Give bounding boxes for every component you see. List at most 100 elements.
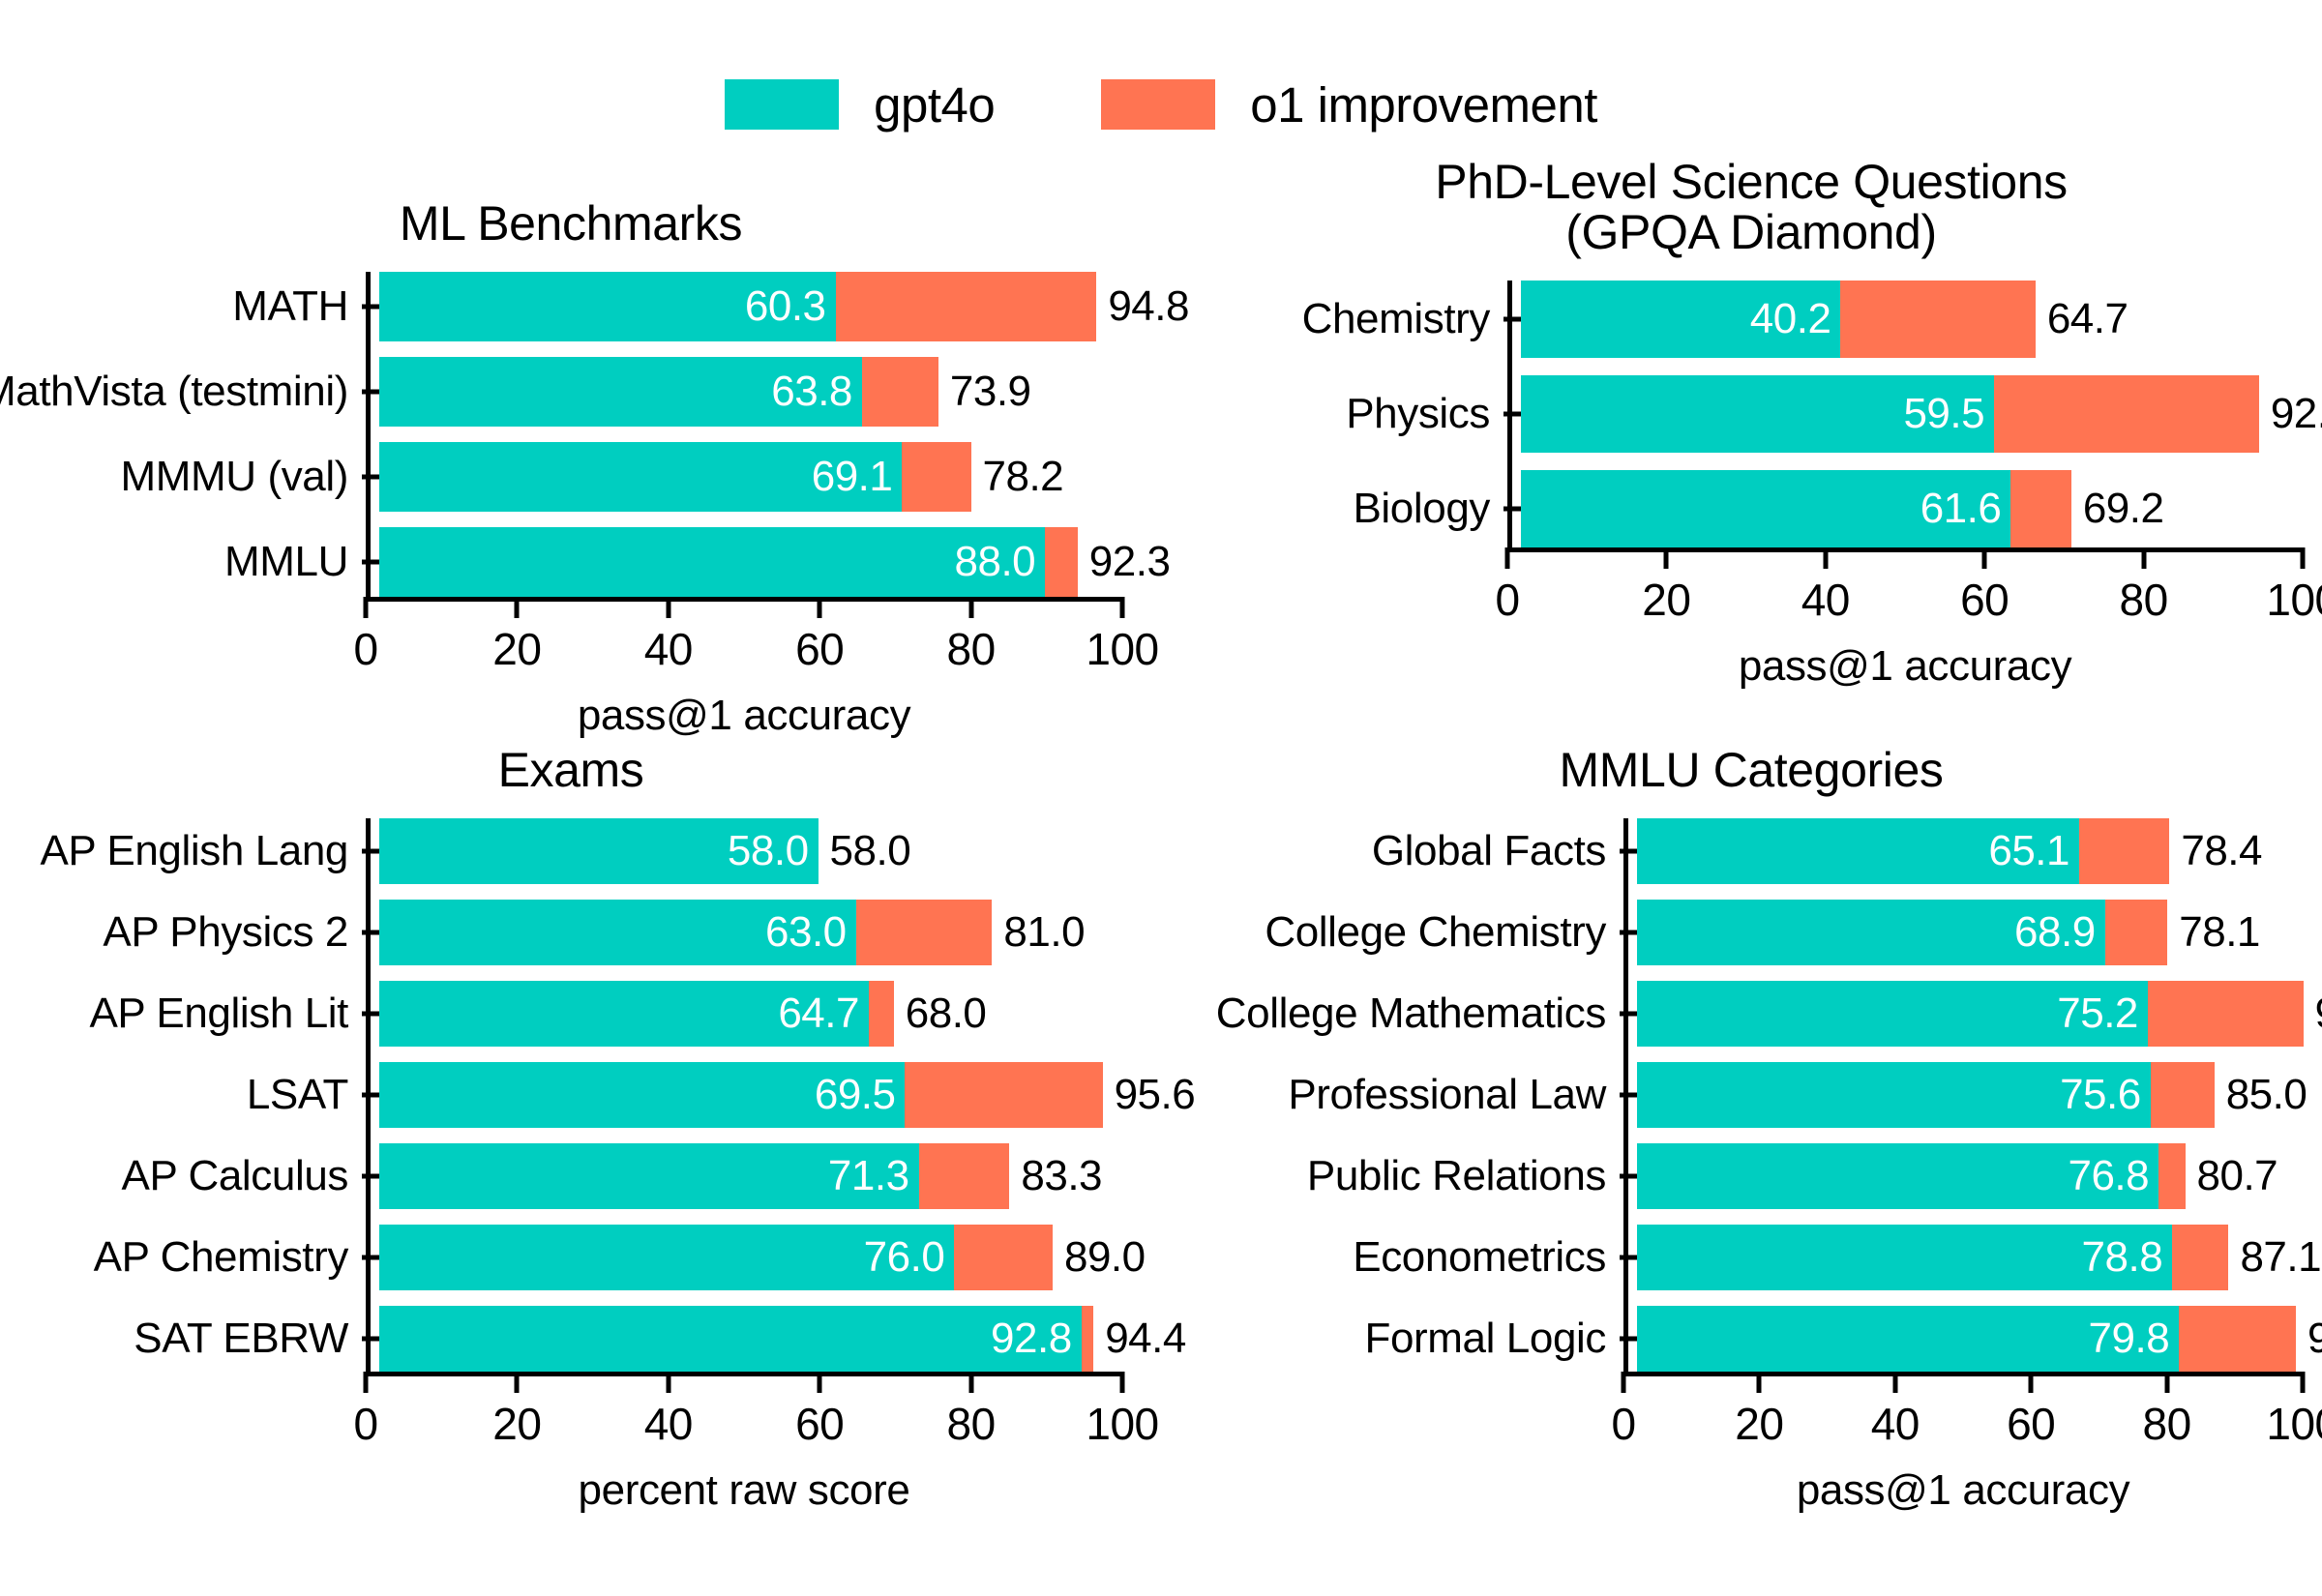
bar-segment-gpt4o[interactable]: 78.8 xyxy=(1637,1225,2173,1290)
bar-segment-gpt4o[interactable]: 68.9 xyxy=(1637,900,2105,965)
panel-ml-benchmarks: ML Benchmarks MATH 60.3 94.8 MathVista (tes… xyxy=(0,198,1189,737)
x-axis-tick-label: 40 xyxy=(643,1399,694,1449)
stacked-bar[interactable]: 88.0 xyxy=(379,527,1078,597)
stacked-bar[interactable]: 58.0 xyxy=(379,818,819,884)
bar-row[interactable]: AP English Lit 64.7 68.0 xyxy=(19,981,1122,1047)
stacked-bar[interactable]: 71.3 xyxy=(379,1143,1010,1209)
bar-segment-o1-improvement[interactable] xyxy=(2010,470,2071,547)
x-axis-tick-labels: 0 20 40 60 80 100 xyxy=(1495,577,2322,634)
bar-segment-o1-improvement[interactable] xyxy=(1045,527,1078,597)
bar-row[interactable]: Physics 59.5 92.8 xyxy=(1200,375,2322,453)
bar-segment-gpt4o[interactable]: 61.6 xyxy=(1521,470,2011,547)
bar-row[interactable]: MMMU (val) 69.1 78.2 xyxy=(19,442,1122,512)
x-axis-tick-label: 0 xyxy=(1611,1399,1636,1449)
bar-row[interactable]: College Mathematics 75.2 98.1 xyxy=(1200,981,2322,1047)
bar-row[interactable]: Global Facts 65.1 78.4 xyxy=(1200,818,2303,884)
bar-row[interactable]: Econometrics 78.8 87.1 xyxy=(1200,1225,2322,1290)
bar-segment-gpt4o[interactable]: 79.8 xyxy=(1637,1306,2180,1372)
bar-row[interactable]: Public Relations 76.8 80.7 xyxy=(1200,1143,2303,1209)
bar-category-label: AP English Lit xyxy=(89,990,348,1037)
stacked-bar[interactable]: 76.0 xyxy=(379,1225,1053,1290)
bar-row[interactable]: AP Physics 2 63.0 81.0 xyxy=(19,900,1122,965)
bar-segment-o1-improvement[interactable] xyxy=(2158,1143,2186,1209)
stacked-bar[interactable]: 78.8 xyxy=(1637,1225,2229,1290)
bar-row[interactable]: Biology 61.6 69.2 xyxy=(1200,470,2303,547)
bar-category-label: AP Physics 2 xyxy=(103,908,348,956)
stacked-bar[interactable]: 76.8 xyxy=(1637,1143,2186,1209)
bar-row[interactable]: Formal Logic 79.8 97.0 xyxy=(1200,1306,2322,1372)
bar-segment-gpt4o[interactable]: 59.5 xyxy=(1521,375,1995,453)
bar-segment-o1-improvement[interactable] xyxy=(2150,1062,2215,1128)
stacked-bar[interactable]: 75.2 xyxy=(1637,981,2304,1047)
bar-segment-gpt4o[interactable]: 64.7 xyxy=(379,981,869,1047)
bar-segment-gpt4o[interactable]: 63.0 xyxy=(379,900,856,965)
bar-segment-o1-improvement[interactable] xyxy=(905,1062,1103,1128)
stacked-bar[interactable]: 59.5 xyxy=(1521,375,2259,453)
x-axis-tick xyxy=(2141,547,2147,569)
stacked-bar[interactable]: 63.0 xyxy=(379,900,993,965)
bar-segment-o1-improvement[interactable] xyxy=(2172,1225,2229,1290)
stacked-bar[interactable]: 61.6 xyxy=(1521,470,2071,547)
bar-row[interactable]: SAT EBRW 92.8 94.4 xyxy=(19,1306,1186,1372)
bar-track: 69.5 95.6 xyxy=(379,1062,1196,1128)
bar-segment-o1-improvement[interactable] xyxy=(861,357,938,427)
bar-base-value-label: 58.0 xyxy=(727,827,809,874)
bar-segment-gpt4o[interactable]: 88.0 xyxy=(379,527,1046,597)
stacked-bar[interactable]: 68.9 xyxy=(1637,900,2168,965)
bar-segment-o1-improvement[interactable] xyxy=(855,900,993,965)
bar-row[interactable]: Chemistry 40.2 64.7 xyxy=(1200,281,2303,358)
bar-row[interactable]: College Chemistry 68.9 78.1 xyxy=(1200,900,2303,965)
bar-segment-gpt4o[interactable]: 76.0 xyxy=(379,1225,955,1290)
bar-row[interactable]: Professional Law 75.6 85.0 xyxy=(1200,1062,2307,1128)
stacked-bar[interactable]: 64.7 xyxy=(379,981,894,1047)
stacked-bar[interactable]: 65.1 xyxy=(1637,818,2170,884)
bar-segment-o1-improvement[interactable] xyxy=(1081,1306,1094,1372)
bar-segment-gpt4o[interactable]: 60.3 xyxy=(379,272,836,341)
bar-row[interactable]: AP Calculus 71.3 83.3 xyxy=(19,1143,1122,1209)
bar-total-value-label: 85.0 xyxy=(2225,1071,2307,1118)
bar-segment-o1-improvement[interactable] xyxy=(954,1225,1053,1290)
stacked-bar[interactable]: 40.2 xyxy=(1521,281,2036,358)
bar-segment-o1-improvement[interactable] xyxy=(1840,281,2036,358)
x-axis-title: pass@1 accuracy xyxy=(1796,1466,2130,1514)
bar-row[interactable]: MMLU 88.0 92.3 xyxy=(19,527,1171,597)
bar-segment-o1-improvement[interactable] xyxy=(1994,375,2259,453)
bar-row[interactable]: LSAT 69.5 95.6 xyxy=(19,1062,1196,1128)
stacked-bar[interactable]: 60.3 xyxy=(379,272,1097,341)
bar-segment-gpt4o[interactable]: 69.1 xyxy=(379,442,903,512)
bar-row[interactable]: MATH 60.3 94.8 xyxy=(19,272,1189,341)
bar-row[interactable]: MathVista (testmini) 63.8 73.9 xyxy=(0,357,1122,427)
bar-segment-o1-improvement[interactable] xyxy=(2079,818,2170,884)
bar-segment-o1-improvement[interactable] xyxy=(918,1143,1010,1209)
bar-row[interactable]: AP English Lang 58.0 58.0 xyxy=(19,818,1122,884)
stacked-bar[interactable]: 69.5 xyxy=(379,1062,1103,1128)
bar-segment-o1-improvement[interactable] xyxy=(2104,900,2168,965)
bar-total-value-label: 87.1 xyxy=(2240,1233,2322,1281)
bar-segment-gpt4o[interactable]: 58.0 xyxy=(379,818,819,884)
bar-segment-o1-improvement[interactable] xyxy=(835,272,1097,341)
bar-segment-o1-improvement[interactable] xyxy=(868,981,894,1047)
bar-segment-gpt4o[interactable]: 75.6 xyxy=(1637,1062,2151,1128)
stacked-bar[interactable]: 79.8 xyxy=(1637,1306,2296,1372)
bar-segment-gpt4o[interactable]: 69.5 xyxy=(379,1062,906,1128)
stacked-bar[interactable]: 75.6 xyxy=(1637,1062,2215,1128)
stacked-bar[interactable]: 63.8 xyxy=(379,357,938,427)
bar-segment-gpt4o[interactable]: 63.8 xyxy=(379,357,862,427)
y-axis-tick xyxy=(362,1062,379,1128)
bar-segment-gpt4o[interactable]: 71.3 xyxy=(379,1143,919,1209)
bar-segment-gpt4o[interactable]: 40.2 xyxy=(1521,281,1841,358)
x-axis-tick-labels: 0 20 40 60 80 100 xyxy=(353,1399,1159,1458)
bar-segment-o1-improvement[interactable] xyxy=(2179,1306,2296,1372)
bar-segment-gpt4o[interactable]: 65.1 xyxy=(1637,818,2079,884)
bar-segment-gpt4o[interactable]: 76.8 xyxy=(1637,1143,2159,1209)
y-axis-spine xyxy=(366,818,371,1372)
bar-segment-gpt4o[interactable]: 92.8 xyxy=(379,1306,1082,1372)
stacked-bar[interactable]: 69.1 xyxy=(379,442,971,512)
bar-category-label: SAT EBRW xyxy=(134,1315,348,1362)
bar-segment-o1-improvement[interactable] xyxy=(2147,981,2304,1047)
stacked-bar[interactable]: 92.8 xyxy=(379,1306,1094,1372)
y-axis-tick xyxy=(362,818,379,884)
bar-row[interactable]: AP Chemistry 76.0 89.0 xyxy=(19,1225,1146,1290)
bar-segment-gpt4o[interactable]: 75.2 xyxy=(1637,981,2148,1047)
bar-segment-o1-improvement[interactable] xyxy=(902,442,971,512)
